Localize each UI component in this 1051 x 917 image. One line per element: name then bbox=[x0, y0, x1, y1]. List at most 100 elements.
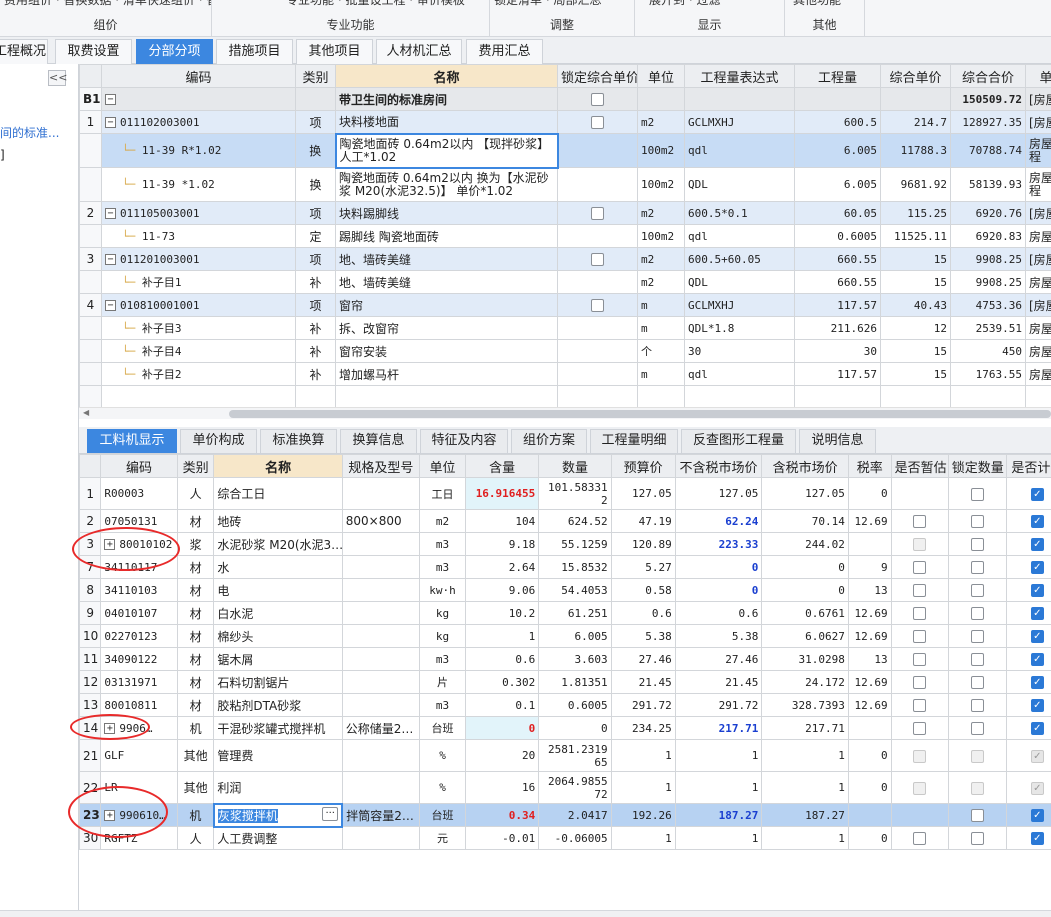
type-cell[interactable]: 项 bbox=[295, 247, 336, 271]
type-cell[interactable]: 材 bbox=[176, 693, 215, 717]
spec-cell[interactable] bbox=[341, 670, 421, 694]
content-cell[interactable]: 0.302 bbox=[464, 670, 540, 694]
tab-labor-material-summary[interactable]: 人材机汇总 bbox=[376, 39, 462, 64]
unit-cell[interactable]: 台班 bbox=[419, 716, 466, 740]
tab-fee-settings[interactable]: 取费设置 bbox=[55, 39, 132, 64]
spec-cell[interactable]: 公称储量2… bbox=[341, 716, 421, 740]
type-cell[interactable]: 项 bbox=[295, 110, 336, 134]
table-row[interactable]: 4−010810001001 项窗帘 m GCLMXHJ 117.57 40.43 4753… bbox=[79, 293, 1051, 317]
table-row[interactable]: 2−011105003001 项块料踢脚线 m2 600.5*0.1 60.05 115.… bbox=[79, 201, 1051, 225]
tab-features-content[interactable]: 特征及内容 bbox=[420, 429, 508, 453]
is-estimated-cell[interactable] bbox=[890, 670, 949, 694]
expression-cell[interactable]: 600.5+60.05 bbox=[684, 247, 795, 271]
lock-price-cell[interactable] bbox=[557, 133, 638, 168]
quantity-cell[interactable]: 0.6005 bbox=[538, 693, 612, 717]
market-price-excl-tax-cell[interactable]: 0 bbox=[674, 578, 763, 602]
spec-cell[interactable] bbox=[341, 826, 421, 850]
name-cell[interactable]: 地、墙砖美缝 bbox=[335, 270, 558, 294]
lock-quantity-cell[interactable] bbox=[947, 716, 1007, 740]
is-estimated-cell[interactable] bbox=[890, 826, 949, 850]
total-price-cell[interactable]: 6920.83 bbox=[950, 224, 1026, 248]
lock-price-cell[interactable] bbox=[557, 201, 638, 225]
name-cell[interactable]: 电 bbox=[213, 578, 343, 602]
lock-price-checkbox[interactable] bbox=[591, 207, 604, 220]
quantity-cell[interactable]: 1.81351 bbox=[538, 670, 612, 694]
is-estimated-cell[interactable] bbox=[890, 477, 949, 510]
expression-cell[interactable]: 600.5*0.1 bbox=[684, 201, 795, 225]
content-cell[interactable]: 10.2 bbox=[464, 601, 540, 625]
name-cell[interactable]: 棉纱头 bbox=[213, 624, 343, 648]
tax-rate-cell[interactable]: 13 bbox=[847, 647, 892, 671]
ribbon-group-items[interactable]: 展开到 · 过滤 bbox=[635, 0, 784, 8]
unit-price-cell[interactable]: 15 bbox=[880, 339, 951, 363]
lock-quantity-cell[interactable] bbox=[947, 624, 1007, 648]
expression-cell[interactable]: 30 bbox=[684, 339, 795, 363]
name-cell[interactable]: 管理费 bbox=[213, 739, 343, 772]
tax-rate-cell[interactable]: 0 bbox=[847, 739, 892, 772]
is-priced-cell[interactable]: ✓ bbox=[1005, 477, 1051, 510]
quantity-cell[interactable]: 6.005 bbox=[794, 133, 881, 168]
market-price-excl-tax-cell[interactable]: 0.6 bbox=[674, 601, 763, 625]
tax-rate-cell[interactable]: 12.69 bbox=[847, 693, 892, 717]
lock-quantity-checkbox[interactable] bbox=[970, 538, 984, 551]
spec-cell[interactable]: 拌筒容量2… bbox=[341, 803, 421, 827]
market-price-incl-tax-cell[interactable]: 187.27 bbox=[761, 803, 849, 827]
table-row[interactable]: 10 02270123 材棉纱头 kg 1 6.005 5.38 5.38 6.0627 12.6… bbox=[79, 624, 1051, 648]
market-price-incl-tax-cell[interactable]: 1 bbox=[761, 826, 849, 850]
type-cell[interactable]: 补 bbox=[295, 339, 336, 363]
extra-cell[interactable]: 房屋 bbox=[1025, 316, 1051, 340]
tab-cost-summary[interactable]: 费用汇总 bbox=[466, 39, 543, 64]
market-price-incl-tax-cell[interactable]: 0 bbox=[761, 578, 849, 602]
total-price-cell[interactable]: 450 bbox=[950, 339, 1026, 363]
name-cell[interactable]: 带卫生间的标准房间 bbox=[335, 87, 558, 111]
lock-price-checkbox[interactable] bbox=[591, 93, 604, 106]
lock-price-cell[interactable] bbox=[557, 316, 638, 340]
is-estimated-checkbox[interactable] bbox=[913, 515, 927, 528]
is-estimated-cell[interactable] bbox=[890, 716, 949, 740]
type-cell[interactable]: 材 bbox=[176, 601, 215, 625]
spec-cell[interactable] bbox=[341, 693, 421, 717]
lock-quantity-checkbox[interactable] bbox=[970, 607, 984, 620]
is-estimated-checkbox[interactable] bbox=[913, 676, 927, 689]
name-cell[interactable]: 锯木屑 bbox=[213, 647, 343, 671]
lock-quantity-checkbox[interactable] bbox=[970, 487, 984, 501]
is-priced-cell[interactable]: ✓ bbox=[1005, 693, 1051, 717]
type-cell[interactable]: 浆 bbox=[176, 532, 215, 556]
is-priced-cell[interactable]: ✓ bbox=[1005, 532, 1051, 556]
code-cell[interactable]: └─ 11-39 *1.02 bbox=[101, 167, 296, 202]
type-cell[interactable]: 换 bbox=[295, 133, 336, 168]
lock-quantity-cell[interactable] bbox=[947, 739, 1007, 772]
unit-cell[interactable]: kg bbox=[419, 601, 466, 625]
horizontal-scrollbar[interactable]: ◀ bbox=[79, 407, 1051, 419]
content-cell[interactable]: 20 bbox=[464, 739, 540, 772]
code-cell[interactable]: 34090122 bbox=[100, 647, 178, 671]
ribbon-group-items[interactable]: 专业功能 · 批量设工程 · 审价模板 bbox=[212, 0, 489, 8]
lock-price-cell[interactable] bbox=[557, 87, 638, 111]
spec-cell[interactable] bbox=[341, 624, 421, 648]
market-price-excl-tax-cell[interactable]: 1 bbox=[674, 771, 763, 804]
col-header-quantity[interactable]: 工程量 bbox=[794, 64, 881, 88]
is-estimated-checkbox[interactable] bbox=[913, 832, 927, 845]
table-row[interactable]: 14 +9906… 机干混砂浆罐式搅拌机 公称储量2… 台班 0 0 234.25 217.71… bbox=[79, 716, 1051, 740]
market-price-incl-tax-cell[interactable]: 0 bbox=[761, 555, 849, 579]
extra-cell[interactable]: 房屋 bbox=[1025, 362, 1051, 386]
tax-rate-cell[interactable]: 0 bbox=[847, 826, 892, 850]
extra-cell[interactable]: [房屋 bbox=[1025, 293, 1051, 317]
type-cell[interactable]: 材 bbox=[176, 555, 215, 579]
lock-price-cell[interactable] bbox=[557, 224, 638, 248]
code-cell[interactable]: └─ 补子目2 bbox=[101, 362, 296, 386]
lock-quantity-checkbox[interactable] bbox=[970, 699, 984, 712]
market-price-excl-tax-cell[interactable]: 0 bbox=[674, 555, 763, 579]
market-price-excl-tax-cell[interactable]: 217.71 bbox=[674, 716, 763, 740]
total-price-cell[interactable]: 9908.25 bbox=[950, 270, 1026, 294]
is-priced-checkbox[interactable]: ✓ bbox=[1030, 538, 1044, 551]
quantity-cell[interactable]: 2.0417 bbox=[538, 803, 612, 827]
lock-price-cell[interactable] bbox=[557, 270, 638, 294]
table-row[interactable]: 30 RGFTZ 人人工费调整元 -0.01 -0.06005 1 1 1 0 ✓ bbox=[79, 826, 1051, 850]
quantity-cell[interactable]: 3.603 bbox=[538, 647, 612, 671]
extra-cell[interactable]: 房屋工程 bbox=[1025, 133, 1051, 168]
tab-reverse-lookup-graphic[interactable]: 反查图形工程量 bbox=[681, 429, 796, 453]
table-row[interactable]: 13 80010811 材胶粘剂DTA砂浆 m3 0.1 0.6005 291.72 291.… bbox=[79, 693, 1051, 717]
extra-cell[interactable]: 房屋 bbox=[1025, 339, 1051, 363]
tab-project-overview[interactable]: 工程概况 bbox=[0, 39, 48, 64]
